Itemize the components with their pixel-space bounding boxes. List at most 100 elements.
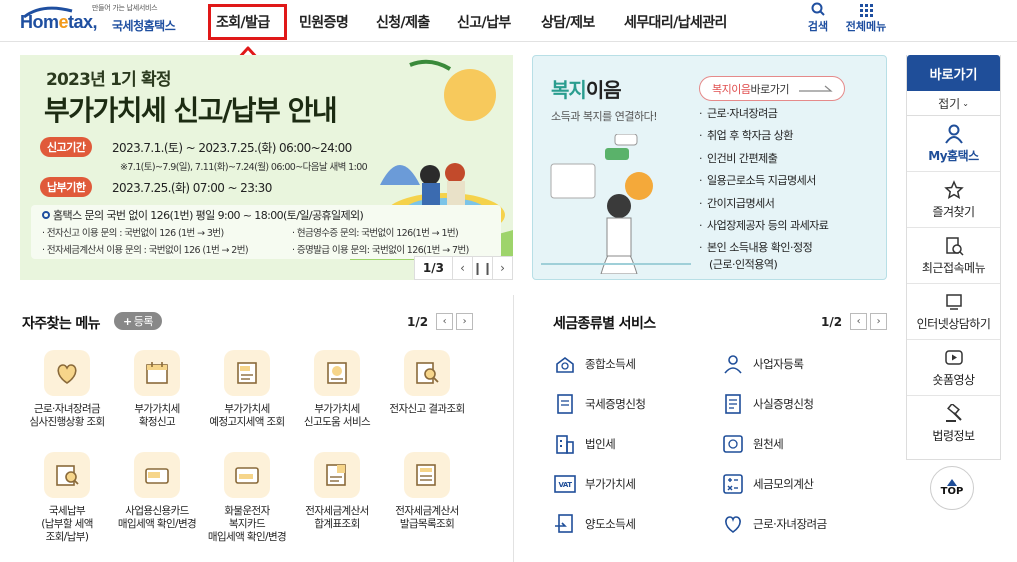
fav-item-label: 화물운전자 복지카드 매입세액 확인/변경: [207, 505, 287, 543]
logo-tagline: 만들어 가는 납세서비스: [92, 4, 158, 12]
fav-section-title: 자주찾는 메뉴: [22, 316, 101, 332]
bokji-item[interactable]: 간이지급명세서: [699, 196, 828, 218]
bokji-item[interactable]: 본인 소득내용 확인·정정: [699, 240, 828, 256]
chevron-right-icon[interactable]: ›: [492, 257, 512, 279]
bokji-banner[interactable]: 복지이음 소득과 복지를 연결하다! 복지이음 바로가기 근로·자녀장려금 취업…: [532, 55, 887, 280]
withholding-icon: [723, 435, 743, 453]
period-note: ※7.1(토)~7.9(일), 7.11(화)~7.24(월) 06:00~다음…: [120, 162, 368, 173]
invoice-sum-icon: [314, 452, 360, 498]
section-divider: [513, 295, 514, 562]
grid-menu-icon: [860, 4, 873, 17]
nav-report-pay[interactable]: 신고/납부: [457, 12, 511, 32]
tax-service-item[interactable]: 사업자등록: [721, 354, 804, 374]
tax-service-item[interactable]: 원천세: [721, 434, 784, 454]
banner-title: 부가가치세 신고/납부 안내: [44, 94, 338, 127]
chevron-left-icon[interactable]: ‹: [436, 313, 454, 330]
tax-service-label: 사업자등록: [753, 357, 804, 371]
fav-item[interactable]: 부가가치세 신고도움 서비스: [292, 350, 382, 429]
logo-brand-part: tax,: [68, 12, 98, 32]
vat-banner[interactable]: 2023년 1기 확정 부가가치세 신고/납부 안내 신고기간 2023.7.1…: [20, 55, 513, 280]
fav-item-label: 전자세금계산서 발급목록조회: [395, 505, 459, 530]
sidebar-item-recent[interactable]: 최근접속메뉴: [907, 228, 1000, 284]
vat-icon: VAT: [554, 475, 576, 493]
highlight-box: [208, 4, 287, 40]
logo-brand-e: e: [58, 12, 69, 32]
sidebar-item-label: 법령정보: [932, 429, 975, 443]
fav-item-label: 부가가치세 신고도움 서비스: [303, 403, 371, 428]
tax-service-item[interactable]: 사실증명신청: [721, 394, 814, 414]
banner-subtitle: 2023년 1기 확정: [46, 70, 172, 90]
document-icon: [557, 394, 573, 414]
all-menu-label: 전체메뉴: [845, 20, 887, 33]
bokji-item[interactable]: 취업 후 학자금 상환: [699, 128, 828, 150]
hometax-logo[interactable]: 만들어 가는 납세서비스 Hometax, 국세청홈택스: [20, 3, 190, 37]
chevron-left-icon[interactable]: ‹: [850, 313, 868, 330]
all-menu-button[interactable]: 전체메뉴: [840, 2, 892, 34]
transfer-doc-icon: [555, 514, 573, 533]
fav-item[interactable]: 국세납부 (납부할 세액 조회/납부): [22, 452, 112, 544]
fav-item[interactable]: 부가가치세 예정고지세액 조회: [202, 350, 292, 429]
pause-icon[interactable]: ❙❙: [472, 257, 493, 279]
nav-consult-report[interactable]: 상담/제보: [541, 12, 595, 32]
tax-service-item[interactable]: 종합소득세: [553, 354, 636, 374]
fav-item[interactable]: 전자세금계산서 합계표조회: [292, 452, 382, 531]
fav-item[interactable]: 전자세금계산서 발급목록조회: [382, 452, 472, 531]
nav-certificate[interactable]: 민원증명: [299, 12, 349, 32]
sidebar-item-online-consult[interactable]: 인터넷상담하기: [907, 284, 1000, 340]
tax-service-item[interactable]: 법인세: [553, 434, 616, 454]
heart-shield-icon: [44, 350, 90, 396]
tax-service-item[interactable]: 세금모의계산: [721, 474, 814, 494]
sidebar-fold-label: 접기: [938, 96, 961, 111]
nav-tax-agent[interactable]: 세무대리/납세관리: [624, 12, 727, 32]
bokji-illustration-icon: [541, 134, 691, 274]
fav-item[interactable]: 전자신고 결과조회: [382, 350, 472, 416]
search-icon: [811, 2, 825, 16]
fav-item-label: 국세납부 (납부할 세액 조회/납부): [41, 505, 93, 543]
chevron-left-icon[interactable]: ‹: [452, 257, 472, 279]
info-main: 홈택스 문의 국번 없이 126(1번) 평일 9:00 ~ 18:00(토/일…: [42, 207, 364, 223]
fav-item[interactable]: 사업용신용카드 매입세액 확인/변경: [112, 452, 202, 531]
search-button[interactable]: 검색: [803, 2, 833, 34]
fav-item[interactable]: 근로·자녀장려금 심사진행상황 조회: [22, 350, 112, 429]
fav-register-button[interactable]: + 등록: [114, 312, 162, 330]
bokji-go-button[interactable]: 복지이음 바로가기: [699, 76, 845, 101]
sidebar-item-my-hometax[interactable]: My홈택스: [907, 116, 1000, 172]
bokji-item[interactable]: 일용근로소득 지급명세서: [699, 173, 828, 195]
bokji-item[interactable]: 사업장제공자 등의 과세자료: [699, 218, 829, 240]
tax-service-item[interactable]: 국세증명신청: [553, 394, 646, 414]
plus-icon: +: [123, 314, 132, 328]
tax-service-label: 근로·자녀장려금: [753, 517, 827, 531]
sidebar-item-label: 즐겨찾기: [932, 204, 975, 219]
bokji-go-accent: 복지이음: [712, 82, 751, 96]
sidebar-item-law[interactable]: 법령정보: [907, 396, 1000, 452]
building-icon: [556, 435, 574, 454]
tax-service-label: 국세증명신청: [585, 397, 646, 411]
fav-item-label: 부가가치세 확정신고: [134, 403, 180, 428]
fav-item[interactable]: 화물운전자 복지카드 매입세액 확인/변경: [202, 452, 292, 544]
vat-doc-icon: [224, 350, 270, 396]
caret-up-icon: [947, 479, 957, 486]
chevron-right-icon[interactable]: ›: [870, 313, 888, 330]
sidebar-item-shortform[interactable]: 숏폼영상: [907, 340, 1000, 396]
arrow-right-icon: [798, 85, 833, 92]
tax-service-label: 세금모의계산: [753, 477, 814, 491]
tax-service-item[interactable]: VAT 부가가치세: [553, 474, 636, 494]
money-bag-icon: [556, 357, 574, 373]
bokji-title: 복지이음: [551, 74, 622, 103]
bokji-list: 근로·자녀장려금 취업 후 학자금 상환 인건비 간편제출 일용근로소득 지급명…: [699, 106, 829, 256]
fav-item[interactable]: 부가가치세 확정신고: [112, 350, 202, 429]
fav-item-label: 사업용신용카드 매입세액 확인/변경: [117, 505, 197, 530]
sidebar-item-favorites[interactable]: 즐겨찾기: [907, 172, 1000, 228]
search-doc-icon: [404, 350, 450, 396]
nav-apply-submit[interactable]: 신청/제출: [376, 12, 430, 32]
chevron-right-icon[interactable]: ›: [456, 313, 474, 330]
bokji-item[interactable]: 인건비 간편제출: [699, 151, 828, 173]
tax-service-item[interactable]: 양도소득세: [553, 514, 636, 534]
tax-service-item[interactable]: 근로·자녀장려금: [721, 514, 827, 534]
tax-payment-icon: [44, 452, 90, 498]
tax-service-label: 양도소득세: [585, 517, 636, 531]
sidebar-fold-button[interactable]: 접기 ⌄: [907, 91, 1000, 116]
scroll-top-label: TOP: [940, 486, 964, 497]
scroll-top-button[interactable]: TOP: [930, 466, 974, 510]
bokji-item[interactable]: 근로·자녀장려금: [699, 106, 828, 128]
